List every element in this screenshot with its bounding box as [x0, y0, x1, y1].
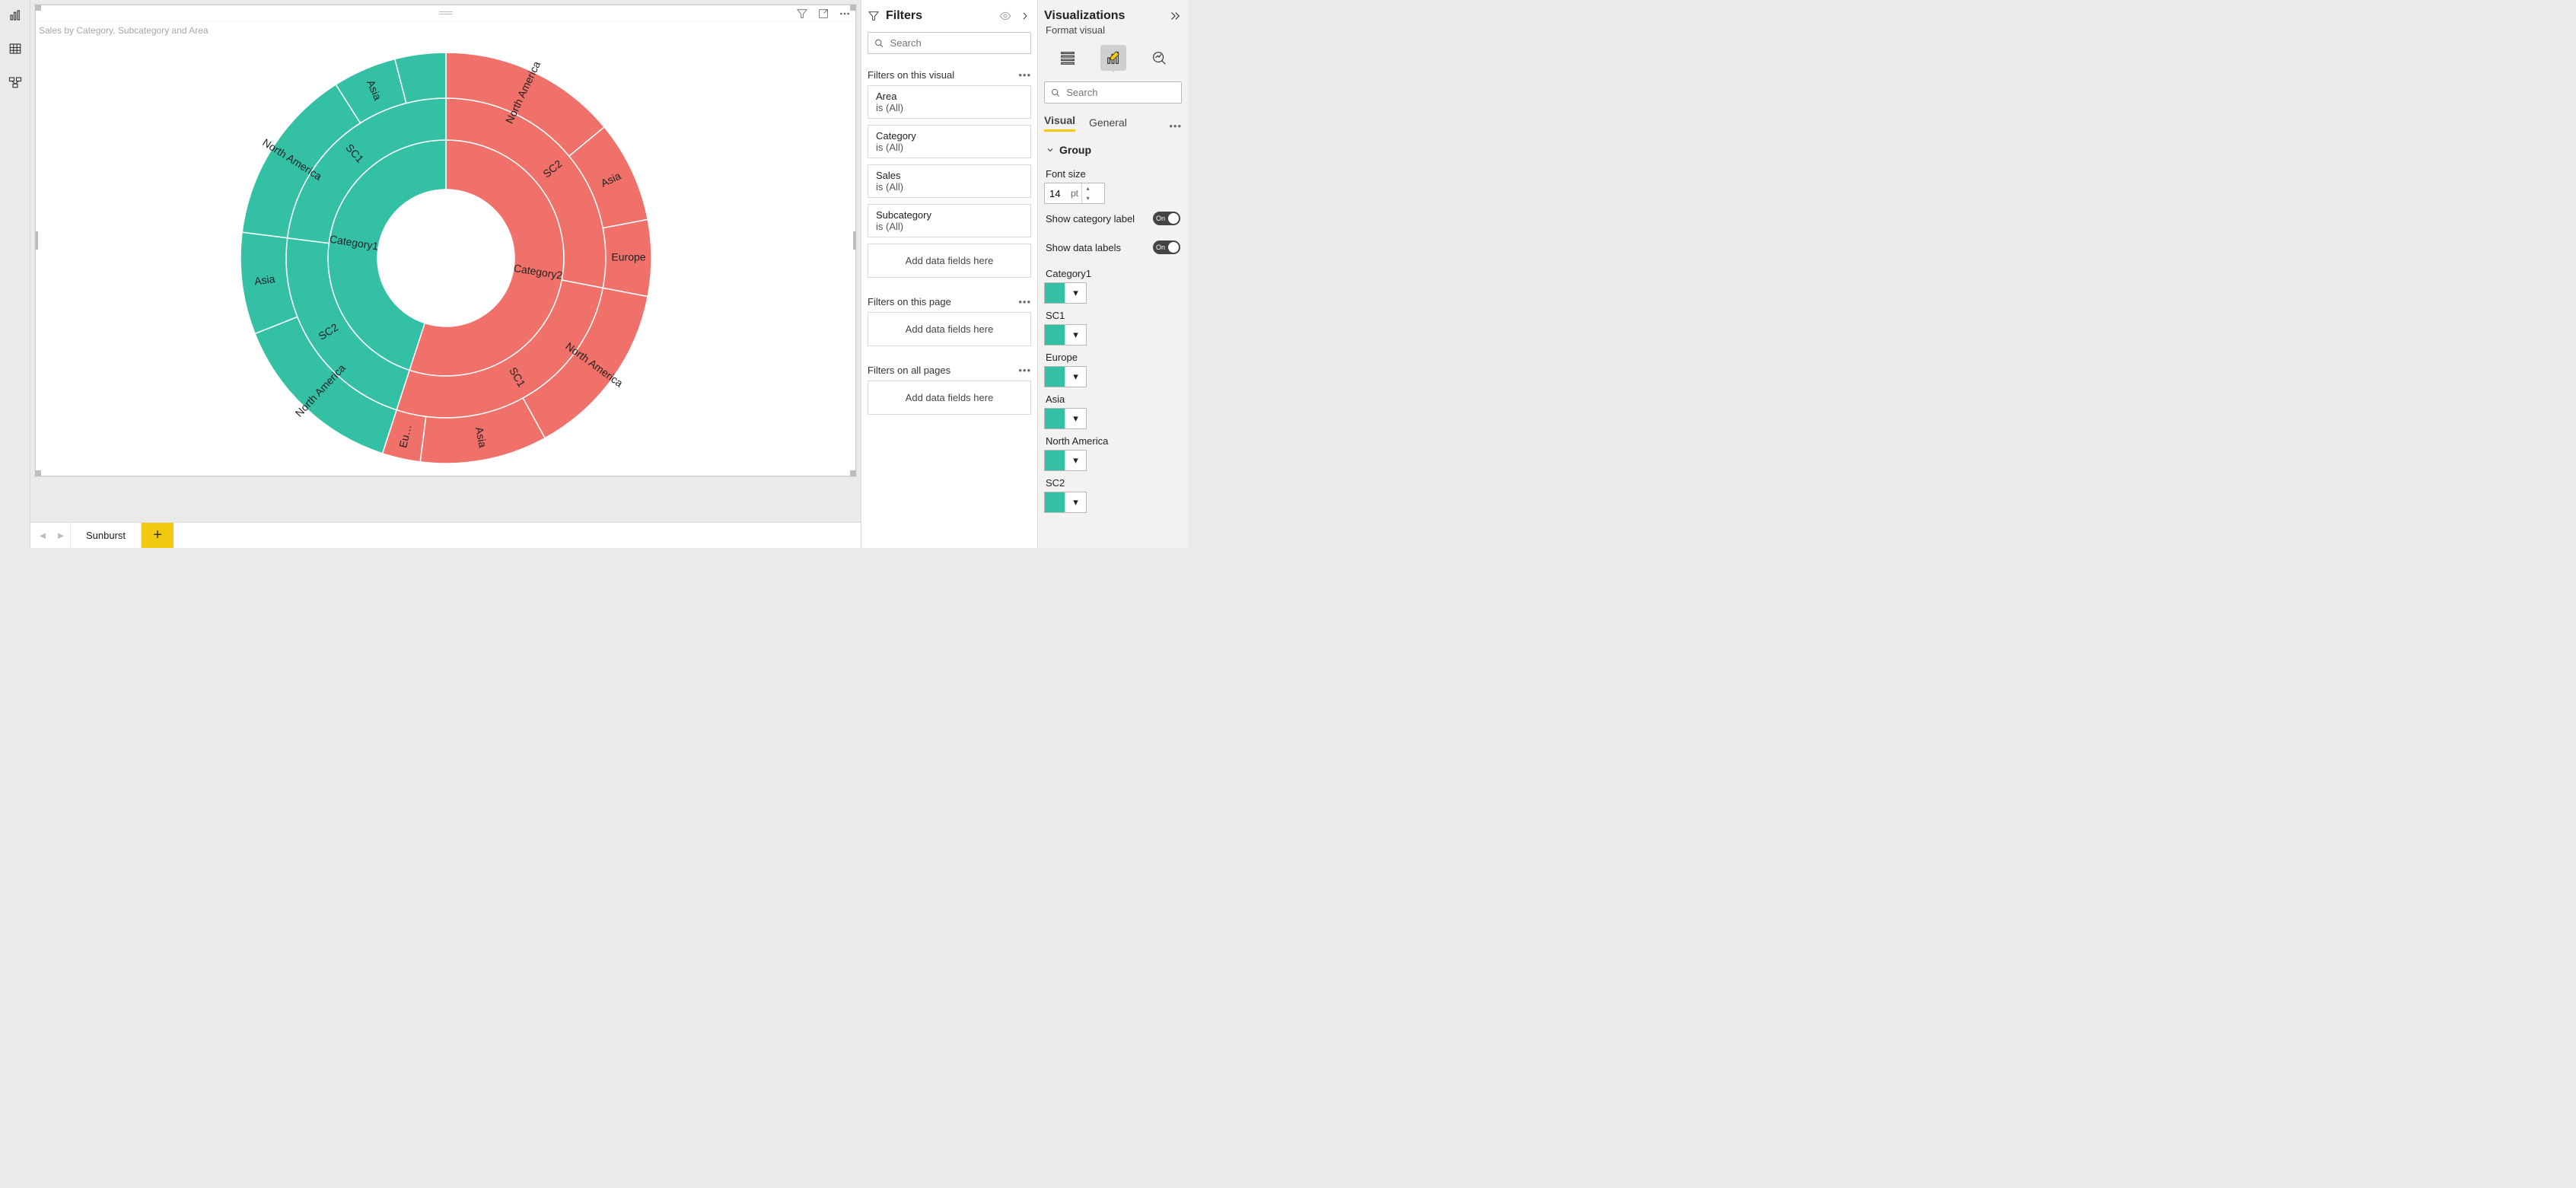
expand-pane-icon[interactable] — [1168, 9, 1182, 23]
chevron-down-icon[interactable]: ▾ — [1065, 283, 1086, 303]
chevron-down-icon[interactable]: ▾ — [1065, 325, 1086, 345]
chevron-down-icon — [1046, 145, 1055, 154]
chart-area: Category2SC2North AmericaAsiaEuropeSC1No… — [36, 40, 855, 476]
visualizations-title: Visualizations — [1044, 9, 1125, 23]
filter-icon — [868, 10, 880, 22]
color-picker[interactable]: ▾ — [1044, 450, 1087, 471]
font-size-unit: pt — [1071, 188, 1078, 199]
filters-search-input[interactable] — [890, 37, 1024, 49]
color-label: Asia — [1046, 393, 1182, 405]
chevron-down-icon[interactable]: ▾ — [1065, 367, 1086, 387]
filter-field: Subcategory — [876, 209, 1023, 221]
page-tab-sunburst[interactable]: Sunburst — [70, 523, 142, 548]
color-label: SC1 — [1046, 310, 1182, 321]
page-tabs: ◄ ► Sunburst + — [30, 522, 861, 548]
color-label: North America — [1046, 435, 1182, 447]
more-options-icon[interactable]: ••• — [1018, 296, 1031, 307]
filters-search[interactable] — [868, 32, 1031, 54]
filter-icon[interactable] — [796, 8, 808, 20]
filter-field: Category — [876, 130, 1023, 142]
tab-visual[interactable]: Visual — [1044, 111, 1075, 132]
color-picker[interactable]: ▾ — [1044, 282, 1087, 304]
svg-text:Asia: Asia — [253, 272, 275, 287]
visualizations-pane: Visualizations Format visual Visual Gene… — [1037, 0, 1188, 548]
chevron-down-icon[interactable]: ▾ — [1065, 409, 1086, 428]
svg-text:Europe: Europe — [611, 250, 645, 263]
font-size-input-group[interactable]: pt ▴ ▾ — [1044, 183, 1105, 204]
filters-page-heading: Filters on this page — [868, 296, 951, 307]
show-category-label: Show category label — [1046, 213, 1135, 225]
font-size-down[interactable]: ▾ — [1082, 193, 1094, 203]
model-view-icon[interactable] — [6, 73, 24, 91]
filter-card[interactable]: Areais (All) — [868, 85, 1031, 119]
collapse-pane-icon[interactable] — [1019, 10, 1031, 22]
filter-value: is (All) — [876, 102, 1023, 113]
more-options-icon[interactable]: ••• — [1169, 120, 1182, 132]
visual-title: Sales by Category, Subcategory and Area — [36, 22, 855, 39]
group-label: Group — [1059, 144, 1091, 156]
more-options-icon[interactable]: ••• — [1018, 365, 1031, 376]
search-icon — [1051, 88, 1060, 98]
filter-value: is (All) — [876, 221, 1023, 232]
show-data-labels-label: Show data labels — [1046, 242, 1121, 253]
filter-field: Area — [876, 91, 1023, 102]
filter-field: Sales — [876, 170, 1023, 181]
color-label: SC2 — [1046, 477, 1182, 489]
filters-all-heading: Filters on all pages — [868, 365, 950, 376]
filter-value: is (All) — [876, 181, 1023, 193]
add-visual-filter-drop[interactable]: Add data fields here — [868, 244, 1031, 278]
font-size-label: Font size — [1046, 168, 1182, 180]
page-next-icon[interactable]: ► — [52, 523, 70, 548]
group-section-toggle[interactable]: Group — [1046, 144, 1182, 156]
color-label: Europe — [1046, 352, 1182, 363]
chevron-down-icon[interactable]: ▾ — [1065, 492, 1086, 512]
show-data-toggle[interactable]: On — [1153, 240, 1180, 254]
eye-preview-icon[interactable] — [999, 10, 1011, 22]
format-search-input[interactable] — [1066, 87, 1175, 98]
filter-card[interactable]: Salesis (All) — [868, 164, 1031, 198]
page-prev-icon[interactable]: ◄ — [33, 523, 52, 548]
add-page-button[interactable]: + — [142, 523, 174, 548]
visual-header — [36, 5, 855, 22]
focus-mode-icon[interactable] — [817, 8, 829, 20]
font-size-up[interactable]: ▴ — [1082, 183, 1094, 193]
report-canvas: Sales by Category, Subcategory and Area … — [30, 0, 861, 548]
color-picker[interactable]: ▾ — [1044, 492, 1087, 513]
analytics-mode-tab[interactable] — [1146, 45, 1172, 71]
report-view-icon[interactable] — [6, 6, 24, 24]
tab-general[interactable]: General — [1089, 113, 1127, 132]
add-all-filter-drop[interactable]: Add data fields here — [868, 381, 1031, 415]
view-switcher-rail — [0, 0, 30, 548]
visual-container[interactable]: Sales by Category, Subcategory and Area … — [35, 5, 856, 476]
filter-card[interactable]: Categoryis (All) — [868, 125, 1031, 158]
format-search[interactable] — [1044, 81, 1182, 104]
filters-title: Filters — [886, 9, 922, 23]
data-view-icon[interactable] — [6, 40, 24, 58]
drag-grip-icon[interactable] — [439, 11, 453, 14]
format-mode-tab[interactable] — [1100, 45, 1126, 71]
show-category-toggle[interactable]: On — [1153, 212, 1180, 225]
color-picker[interactable]: ▾ — [1044, 366, 1087, 387]
more-options-icon[interactable]: ••• — [1018, 69, 1031, 81]
search-icon — [874, 38, 884, 49]
format-visual-subtitle: Format visual — [1044, 24, 1182, 40]
filter-value: is (All) — [876, 142, 1023, 153]
chevron-down-icon[interactable]: ▾ — [1065, 451, 1086, 470]
add-page-filter-drop[interactable]: Add data fields here — [868, 312, 1031, 346]
filters-visual-heading: Filters on this visual — [868, 69, 954, 81]
color-picker[interactable]: ▾ — [1044, 408, 1087, 429]
fields-mode-tab[interactable] — [1055, 45, 1081, 71]
more-options-icon[interactable] — [839, 8, 851, 20]
color-picker[interactable]: ▾ — [1044, 324, 1087, 346]
color-label: Category1 — [1046, 268, 1182, 279]
font-size-input[interactable] — [1045, 188, 1071, 199]
filter-card[interactable]: Subcategoryis (All) — [868, 204, 1031, 237]
filters-pane: Filters Filters on this visual ••• Areai… — [861, 0, 1037, 548]
